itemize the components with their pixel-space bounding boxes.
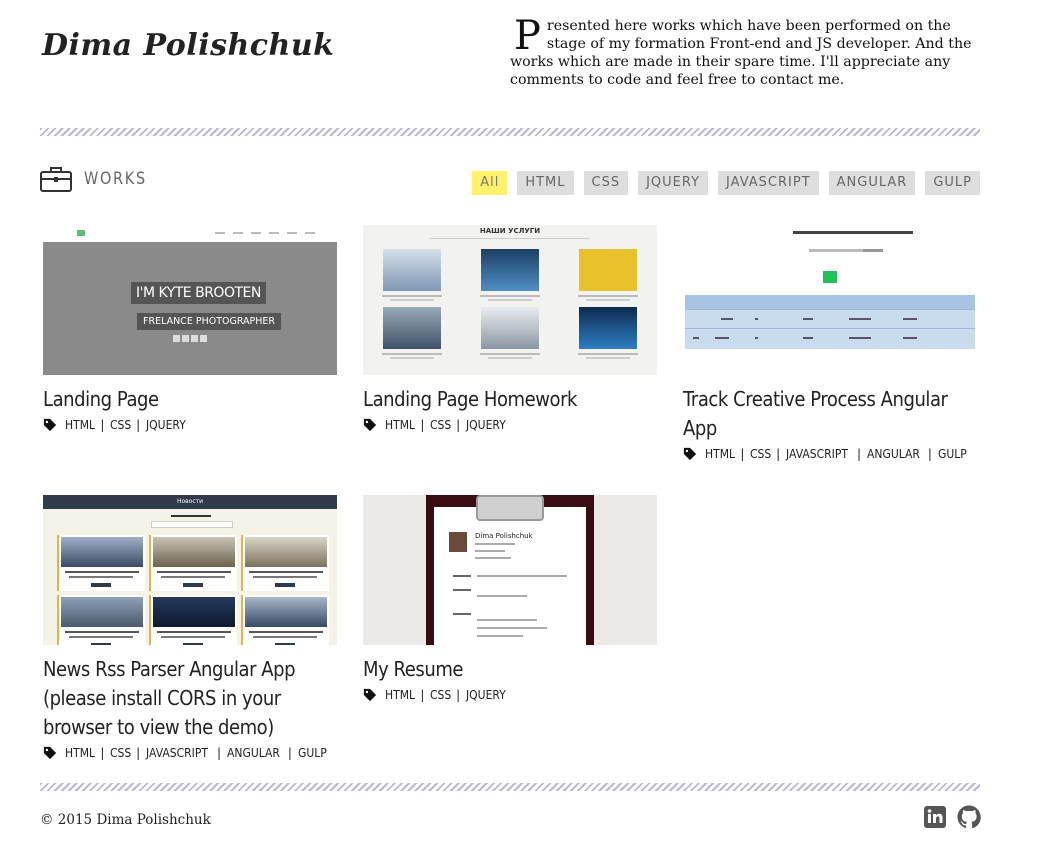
tag-icon <box>43 746 57 760</box>
work-card: Dima Polishchuk My Resume HTML | CSS | JQUER… <box>363 495 657 702</box>
tag-link[interactable]: JQUERY <box>146 418 186 432</box>
filter-jquery[interactable]: JQUERY <box>638 171 709 195</box>
tag-separator: | <box>856 447 862 461</box>
work-thumbnail[interactable]: I'M KYTE BROOTEN FRELANCE PHOTOGRAPHER <box>43 225 337 375</box>
work-tags: HTML | CSS | JQUERY <box>363 418 657 432</box>
tag-separator: | <box>776 447 781 461</box>
bottom-divider <box>40 783 980 791</box>
tag-link[interactable]: CSS <box>110 746 131 760</box>
filter-gulp[interactable]: GULP <box>925 171 980 195</box>
tag-link[interactable]: HTML <box>705 447 735 461</box>
site-logo[interactable]: Dima Polishchuk <box>42 28 334 63</box>
works-title: WORKS <box>84 169 147 189</box>
work-thumbnail[interactable]: Dima Polishchuk <box>363 495 657 645</box>
tag-link[interactable]: CSS <box>750 447 771 461</box>
tag-link[interactable]: CSS <box>110 418 131 432</box>
work-card: НАШИ УСЛУГИ Landing Page Homework HTML | C… <box>363 225 657 432</box>
tag-separator: | <box>927 447 932 461</box>
work-thumbnail[interactable]: Новости <box>43 495 337 645</box>
tag-link[interactable]: HTML <box>65 746 95 760</box>
tag-separator: | <box>216 746 222 760</box>
tag-link[interactable]: HTML <box>385 688 415 702</box>
thumb-heading: Новости <box>43 495 337 509</box>
tag-separator: | <box>456 418 461 432</box>
thumb-hero-subtitle: FRELANCE PHOTOGRAPHER <box>137 313 282 330</box>
thumb-heading: НАШИ УСЛУГИ <box>479 227 541 235</box>
filter-bar: All HTML CSS JQUERY JAVASCRIPT ANGULAR G… <box>472 171 980 195</box>
works-heading: WORKS <box>40 164 158 194</box>
filter-all[interactable]: All <box>472 171 508 195</box>
tag-icon <box>683 447 697 461</box>
intro-body: resented here works which have been perf… <box>510 18 972 88</box>
thumb-name: Dima Polishchuk <box>475 532 533 540</box>
tag-link[interactable]: CSS <box>430 688 451 702</box>
tag-icon <box>363 418 377 432</box>
tag-link[interactable]: JQUERY <box>466 688 506 702</box>
tag-separator: | <box>420 688 425 702</box>
filter-html[interactable]: HTML <box>517 171 574 195</box>
filter-javascript[interactable]: JAVASCRIPT <box>718 171 819 195</box>
tag-separator: | <box>100 746 105 760</box>
work-title[interactable]: My Resume <box>363 655 660 684</box>
work-tags: HTML | CSS | JQUERY <box>43 418 337 432</box>
work-tags: HTML | CSS | JAVASCRIPT | ANGULAR | GULP <box>43 746 337 760</box>
github-icon[interactable] <box>957 805 981 829</box>
work-tags: HTML | CSS | JQUERY <box>363 688 657 702</box>
work-card: Track Creative Process Angular App HTML |… <box>683 225 977 461</box>
tag-link[interactable]: JAVASCRIPT <box>146 746 208 760</box>
tag-separator: | <box>100 418 105 432</box>
briefcase-icon <box>40 167 72 192</box>
work-title[interactable]: Track Creative Process Angular App <box>683 385 980 443</box>
work-title[interactable]: Landing Page <box>43 385 340 414</box>
tag-link[interactable]: GULP <box>298 746 327 760</box>
tag-link[interactable]: ANGULAR <box>867 447 920 461</box>
tag-icon <box>363 688 377 702</box>
copyright: © 2015 Dima Polishchuk <box>40 812 211 828</box>
tag-icon <box>43 418 57 432</box>
thumb-hero-title: I'M KYTE BROOTEN <box>131 282 266 304</box>
linkedin-icon[interactable] <box>923 805 947 829</box>
work-card: I'M KYTE BROOTEN FRELANCE PHOTOGRAPHER L… <box>43 225 337 432</box>
tag-link[interactable]: JQUERY <box>466 418 506 432</box>
tag-separator: | <box>740 447 745 461</box>
work-tags: HTML | CSS | JAVASCRIPT | ANGULAR | GULP <box>683 447 977 461</box>
filter-css[interactable]: CSS <box>583 171 629 195</box>
tag-separator: | <box>136 418 141 432</box>
work-thumbnail[interactable]: НАШИ УСЛУГИ <box>363 225 657 375</box>
filter-angular[interactable]: ANGULAR <box>828 171 916 195</box>
tag-link[interactable]: GULP <box>938 447 967 461</box>
intro-text: P resented here works which have been pe… <box>510 13 980 89</box>
tag-separator: | <box>456 688 461 702</box>
work-title[interactable]: News Rss Parser Angular App (please inst… <box>43 655 340 742</box>
tag-separator: | <box>420 418 425 432</box>
top-divider <box>40 128 980 136</box>
intro-dropcap: P <box>514 13 541 59</box>
tag-link[interactable]: JAVASCRIPT <box>786 447 848 461</box>
tag-link[interactable]: HTML <box>65 418 95 432</box>
tag-separator: | <box>136 746 141 760</box>
work-card: Новости News Rss Parser Angular App (ple… <box>43 495 337 760</box>
tag-separator: | <box>287 746 292 760</box>
tag-link[interactable]: CSS <box>430 418 451 432</box>
work-title[interactable]: Landing Page Homework <box>363 385 660 414</box>
work-thumbnail[interactable] <box>683 225 977 375</box>
tag-link[interactable]: ANGULAR <box>227 746 280 760</box>
tag-link[interactable]: HTML <box>385 418 415 432</box>
